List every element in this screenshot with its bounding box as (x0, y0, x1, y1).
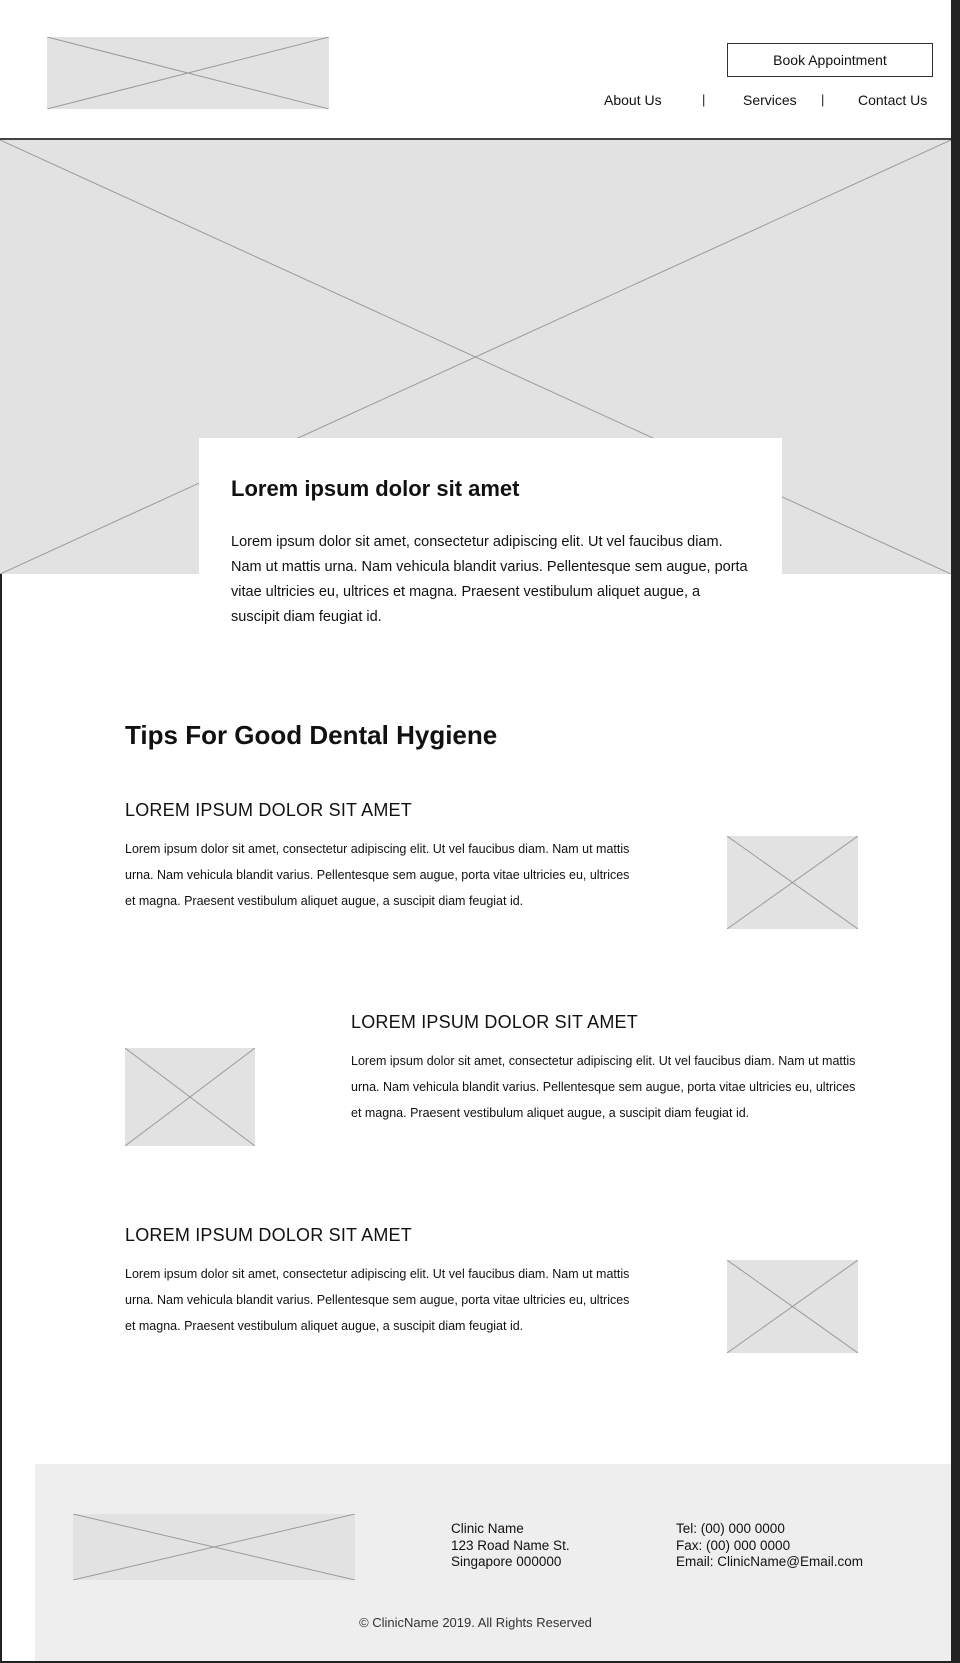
hero-card: Lorem ipsum dolor sit amet Lorem ipsum d… (199, 438, 782, 650)
tip-heading: LOREM IPSUM DOLOR SIT AMET (351, 1012, 638, 1032)
book-appointment-button[interactable]: Book Appointment (727, 43, 933, 77)
nav-about-us[interactable]: About Us (604, 92, 662, 108)
footer-clinic-name: Clinic Name (451, 1521, 524, 1536)
footer-street: 123 Road Name St. (451, 1537, 570, 1553)
footer-email[interactable]: Email: ClinicName@Email.com (676, 1554, 863, 1571)
footer-address: Clinic Name 123 Road Name St. Singapore … (451, 1521, 570, 1571)
tip-image-placeholder (125, 1048, 255, 1146)
nav-contact-us[interactable]: Contact Us (858, 92, 927, 108)
nav-separator: | (821, 92, 825, 107)
logo-placeholder[interactable] (47, 37, 329, 109)
tip-heading: LOREM IPSUM DOLOR SIT AMET (125, 1225, 412, 1245)
tip-text: Lorem ipsum dolor sit amet, consectetur … (125, 842, 630, 908)
footer-city: Singapore 000000 (451, 1554, 562, 1569)
footer-logo-placeholder[interactable] (73, 1514, 355, 1580)
footer-fax: Fax: (00) 000 0000 (676, 1537, 791, 1553)
tip-heading: LOREM IPSUM DOLOR SIT AMET (125, 800, 412, 820)
site-header: Book Appointment About Us | Services | C… (0, 0, 951, 140)
footer-copyright: © ClinicName 2019. All Rights Reserved (359, 1615, 592, 1630)
tips-section-title: Tips For Good Dental Hygiene (125, 720, 498, 750)
tip-text: Lorem ipsum dolor sit amet, consectetur … (351, 1054, 856, 1120)
footer-tel: Tel: (00) 000 0000 (676, 1521, 785, 1536)
footer-contact: Tel: (00) 000 0000 Fax: (00) 000 0000 Em… (676, 1521, 863, 1571)
hero-title: Lorem ipsum dolor sit amet (231, 476, 520, 501)
tip-text: Lorem ipsum dolor sit amet, consectetur … (125, 1267, 630, 1333)
nav-separator: | (702, 92, 706, 107)
hero-text: Lorem ipsum dolor sit amet, consectetur … (231, 534, 748, 625)
nav-services[interactable]: Services (743, 92, 797, 108)
tip-image-placeholder (727, 1260, 858, 1353)
tip-image-placeholder (727, 836, 858, 929)
